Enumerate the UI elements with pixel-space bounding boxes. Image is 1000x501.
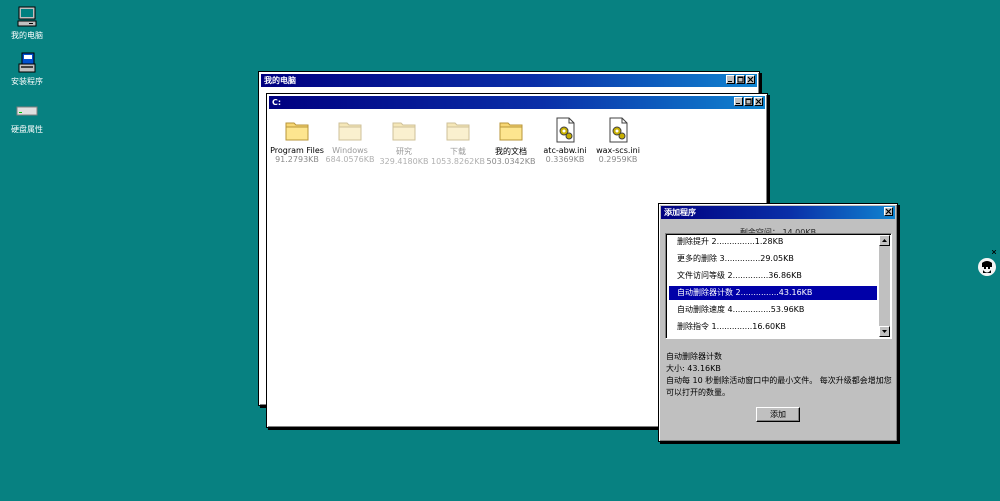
program-listbox[interactable]: 删除提升 2...............1.28KB 更多的删除 3.....…: [665, 233, 892, 339]
maximize-button[interactable]: [744, 97, 753, 106]
close-button[interactable]: [884, 207, 893, 216]
ini-file-icon: [609, 117, 628, 143]
file-item-my-documents[interactable]: 我的文档 503.0342KB: [484, 116, 538, 166]
window-title: C:: [272, 98, 282, 107]
scroll-up-button[interactable]: [879, 235, 890, 246]
ini-file-icon: [556, 117, 575, 143]
file-item-wax-scs-ini[interactable]: wax-scs.ini 0.2959KB: [591, 116, 645, 164]
scroll-down-button[interactable]: [879, 326, 890, 337]
avatar-icon[interactable]: [978, 258, 996, 276]
list-item-selected[interactable]: 自动删除器计数 2...............43.16KB: [669, 286, 877, 300]
window-titlebar[interactable]: 我的电脑: [261, 74, 757, 87]
maximize-button[interactable]: [736, 75, 745, 84]
close-icon: [755, 98, 762, 105]
file-name: 研究: [396, 147, 412, 156]
file-name: Windows: [332, 146, 368, 155]
arrow-down-icon: [882, 330, 887, 333]
file-item-atc-abw-ini[interactable]: atc-abw.ini 0.3369KB: [538, 116, 592, 164]
close-button[interactable]: [746, 75, 755, 84]
folder-icon: [338, 122, 362, 141]
description-text: 自动每 10 秒删除活动窗口中的最小文件。 每次升级都会增加您可以打开的数量。: [666, 376, 892, 397]
listbox-scrollbar[interactable]: [879, 235, 890, 337]
file-name: Program Files: [270, 146, 324, 155]
close-icon[interactable]: [992, 250, 996, 254]
desktop-icon-hard-drive[interactable]: 硬盘属性: [6, 100, 48, 135]
maximize-icon: [737, 76, 744, 83]
installer-icon: [18, 52, 36, 73]
list-item[interactable]: 文件访问等级 2..............36.86KB: [669, 269, 877, 283]
folder-icon: [392, 122, 416, 141]
file-size: 503.0342KB: [486, 157, 536, 166]
window-title: 我的电脑: [264, 76, 296, 85]
dialog-title: 添加程序: [664, 208, 696, 217]
minimize-button[interactable]: [726, 75, 735, 84]
file-size: 1053.8262KB: [431, 157, 485, 166]
add-program-dialog[interactable]: 添加程序 剩余空间： 14.00KB 删除提升 2...............…: [658, 203, 898, 442]
hard-drive-icon: [16, 106, 38, 116]
close-button[interactable]: [754, 97, 763, 106]
description-title: 自动删除器计数: [666, 352, 722, 361]
computer-icon: [17, 6, 37, 27]
desktop-icon-label: 硬盘属性: [11, 125, 43, 134]
window-titlebar[interactable]: C:: [269, 96, 765, 109]
minimize-icon: [736, 103, 740, 104]
folder-icon: [446, 122, 470, 141]
file-name: wax-scs.ini: [596, 146, 640, 155]
list-item[interactable]: 删除提升 2...............1.28KB: [669, 235, 877, 249]
file-item-downloads[interactable]: 下载 1053.8262KB: [431, 116, 485, 166]
file-size: 91.2793KB: [275, 155, 319, 164]
desktop-icon-installer[interactable]: 安装程序: [6, 52, 48, 87]
file-name: 我的文档: [495, 147, 527, 156]
desktop-icon-label: 安装程序: [11, 77, 43, 86]
program-description: 自动删除器计数 大小: 43.16KB 自动每 10 秒删除活动窗口中的最小文件…: [666, 351, 892, 399]
file-item-program-files[interactable]: Program Files 91.2793KB: [270, 116, 324, 164]
folder-icon: [499, 122, 523, 141]
desktop-icon-my-computer[interactable]: 我的电脑: [6, 6, 48, 41]
close-icon: [885, 208, 892, 215]
folder-icon: [285, 122, 309, 141]
file-size: 0.3369KB: [545, 155, 585, 164]
file-item-windows[interactable]: Windows 684.0576KB: [323, 116, 377, 164]
file-name: atc-abw.ini: [543, 146, 587, 155]
maximize-icon: [745, 98, 752, 105]
file-size: 329.4180KB: [379, 157, 429, 166]
dialog-titlebar[interactable]: 添加程序: [661, 206, 895, 219]
desktop-icon-label: 我的电脑: [11, 31, 43, 40]
minimize-icon: [728, 81, 732, 82]
add-button[interactable]: 添加: [756, 407, 800, 422]
list-item[interactable]: 更多的删除 3..............29.05KB: [669, 252, 877, 266]
list-item[interactable]: 删除指令 1..............16.60KB: [669, 320, 877, 334]
description-size: 大小: 43.16KB: [666, 364, 721, 373]
file-item-research[interactable]: 研究 329.4180KB: [377, 116, 431, 166]
file-size: 0.2959KB: [598, 155, 638, 164]
arrow-up-icon: [882, 239, 887, 242]
minimize-button[interactable]: [734, 97, 743, 106]
file-name: 下载: [450, 147, 466, 156]
list-item[interactable]: 自动删除速度 4...............53.96KB: [669, 303, 877, 317]
close-icon: [747, 76, 754, 83]
file-size: 684.0576KB: [325, 155, 375, 164]
